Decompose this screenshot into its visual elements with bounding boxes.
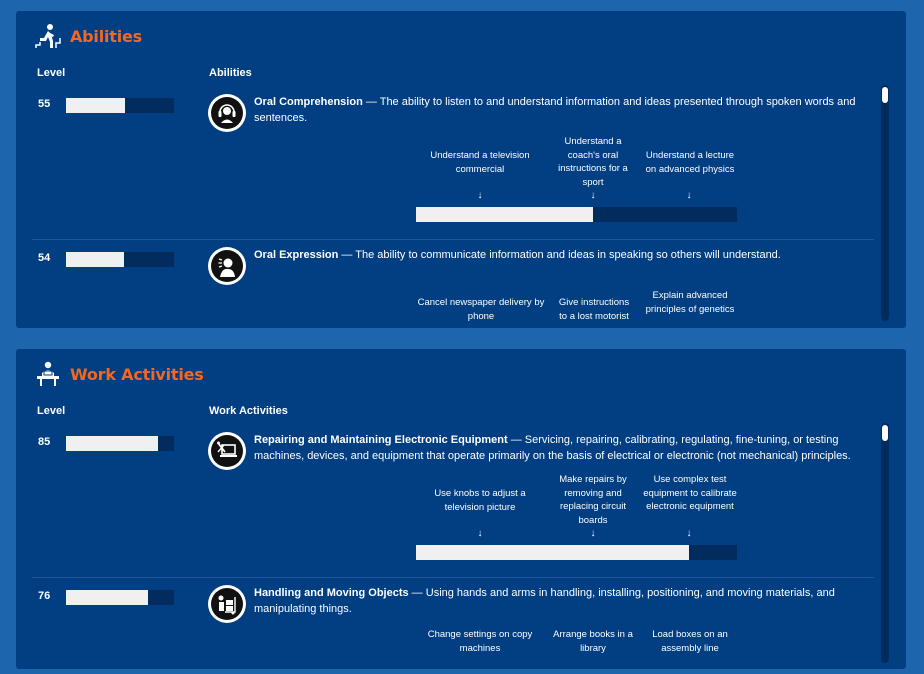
list-item: 76 Handling and Moving Objects — Using h…	[32, 577, 874, 669]
anchor-scale-bar	[416, 545, 737, 560]
anchor-low: Understand a television commercial	[430, 150, 530, 175]
work-activities-header: Work Activities	[34, 359, 204, 389]
speaking-person-icon	[208, 247, 246, 285]
abilities-title: Abilities	[70, 26, 142, 46]
level-bar	[66, 252, 174, 267]
level-value: 54	[38, 252, 51, 264]
level-bar-fill	[66, 252, 125, 267]
anchor-low: Change settings on copy machines	[427, 629, 533, 654]
item-name: Handling and Moving Objects	[254, 587, 409, 599]
anchor-arrow-icon: ↓	[686, 190, 692, 201]
work-activities-panel: Work Activities Level Work Activities 85…	[16, 349, 906, 669]
anchor-high: Understand a lecture on advanced physics	[645, 150, 735, 175]
anchor-low: Cancel newspaper delivery by phone	[417, 297, 545, 322]
work-activities-title: Work Activities	[70, 364, 204, 384]
item-description: Oral Comprehension — The ability to list…	[254, 96, 856, 124]
level-value: 76	[38, 590, 51, 602]
scrollbar-thumb[interactable]	[882, 87, 888, 103]
abilities-panel: Abilities Level Abilities 55 Oral Compre…	[16, 11, 906, 328]
level-bar	[66, 98, 174, 113]
hand-truck-icon	[208, 585, 246, 623]
anchor-arrow-icon: ↓	[590, 528, 596, 539]
person-at-desk-icon	[37, 361, 59, 386]
level-column-header: Level	[37, 67, 66, 79]
list-item: 54 Oral Expression — The ability to comm…	[32, 239, 874, 328]
headphones-person-icon	[208, 94, 246, 132]
anchor-arrow-icon: ↓	[477, 528, 483, 539]
item-name: Oral Expression	[254, 249, 339, 261]
level-value: 85	[38, 436, 51, 448]
abilities-header: Abilities	[34, 21, 142, 51]
anchor-mid: Give instructions to a lost motorist	[558, 297, 630, 322]
level-bar-fill	[66, 436, 158, 451]
anchor-scale-fill	[416, 207, 593, 222]
level-bar-fill	[66, 590, 149, 605]
anchor-high: Use complex test equipment to calibrate …	[643, 474, 737, 512]
list-item: 55 Oral Comprehension — The ability to l…	[32, 91, 874, 239]
work-activities-column-header: Work Activities	[209, 405, 288, 417]
anchor-mid: Make repairs by removing and replacing c…	[559, 474, 627, 526]
item-text: The ability to communicate information a…	[355, 249, 781, 261]
level-bar	[66, 436, 174, 451]
anchor-arrow-icon: ↓	[686, 528, 692, 539]
item-description: Oral Expression — The ability to communi…	[254, 249, 781, 261]
level-value: 55	[38, 98, 51, 110]
anchor-high: Explain advanced principles of genetics	[645, 290, 735, 315]
person-climbing-stairs-icon	[35, 24, 61, 48]
scrollbar-thumb[interactable]	[882, 425, 888, 441]
anchor-scale-bar	[416, 207, 737, 222]
level-column-header: Level	[37, 405, 66, 417]
anchor-low: Use knobs to adjust a television picture	[434, 488, 526, 513]
abilities-column-header: Abilities	[209, 67, 252, 79]
anchor-arrow-icon: ↓	[590, 190, 596, 201]
scrollbar[interactable]	[881, 423, 889, 663]
level-bar-fill	[66, 98, 126, 113]
anchor-mid: Understand a coach's oral instructions f…	[558, 136, 628, 188]
item-name: Oral Comprehension	[254, 96, 363, 108]
item-name: Repairing and Maintaining Electronic Equ…	[254, 434, 508, 446]
laptop-tools-icon	[208, 432, 246, 470]
anchor-scale-fill	[416, 545, 689, 560]
item-description: Handling and Moving Objects — Using hand…	[254, 587, 835, 615]
anchor-arrow-icon: ↓	[477, 190, 483, 201]
anchor-mid: Arrange books in a library	[553, 629, 633, 654]
item-description: Repairing and Maintaining Electronic Equ…	[254, 434, 851, 462]
anchor-high: Load boxes on an assembly line	[652, 629, 728, 654]
list-item: 85 Repairing and Maintaining Electronic …	[32, 429, 874, 577]
level-bar	[66, 590, 174, 605]
scrollbar[interactable]	[881, 85, 889, 321]
